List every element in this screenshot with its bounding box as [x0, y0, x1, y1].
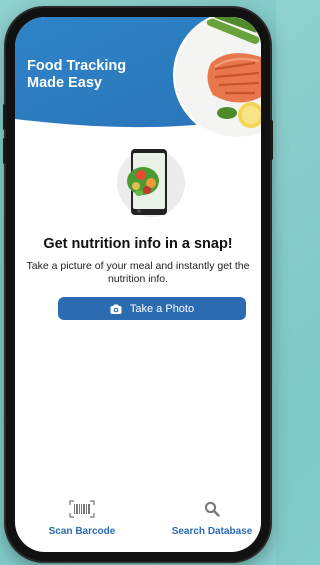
header-banner: Food Tracking Made Easy [15, 17, 261, 149]
phone-frame: Food Tracking Made Easy Get nutrition in… [3, 8, 273, 561]
volume-button [3, 104, 6, 130]
power-button [270, 120, 273, 160]
description-text: Take a picture of your meal and instantl… [26, 260, 250, 285]
search-database-button[interactable]: Search Database [167, 499, 257, 537]
search-database-label: Search Database [171, 526, 253, 537]
phone-salad-icon [111, 143, 191, 223]
magnifier-icon [204, 499, 220, 519]
app-screen: Food Tracking Made Easy Get nutrition in… [15, 17, 261, 552]
barcode-icon [69, 499, 95, 519]
volume-button [3, 138, 6, 164]
headline: Get nutrition info in a snap! [43, 236, 233, 252]
take-photo-label: Take a Photo [129, 302, 195, 315]
scan-barcode-button[interactable]: Scan Barcode [45, 499, 119, 537]
camera-icon [110, 303, 122, 315]
header-title: Food Tracking Made Easy [27, 58, 127, 91]
scan-barcode-label: Scan Barcode [48, 526, 116, 537]
take-photo-button[interactable]: Take a Photo [58, 297, 246, 320]
